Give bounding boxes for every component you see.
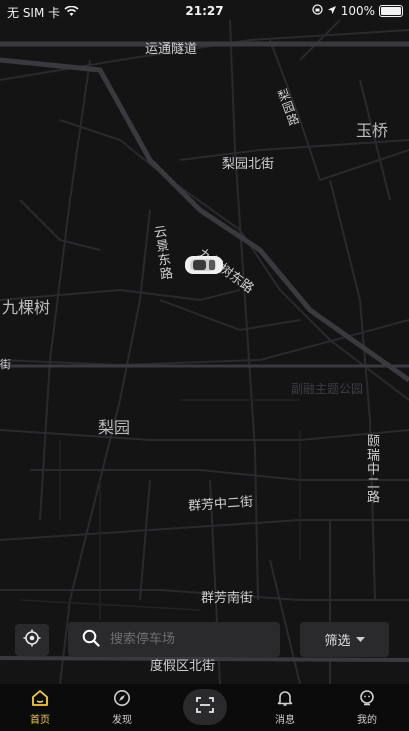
map-label-liyuan: 梨园	[98, 418, 131, 437]
filter-label: 筛选	[324, 634, 351, 649]
filter-button[interactable]: 筛选	[300, 622, 389, 657]
search-bar[interactable]	[68, 622, 280, 657]
battery-icon	[379, 5, 403, 17]
locate-button[interactable]	[15, 624, 49, 656]
nav-item-mine[interactable]: 我的	[337, 689, 397, 726]
home-icon	[31, 690, 49, 710]
location-arrow-icon	[327, 4, 337, 18]
locate-crosshair-icon	[23, 629, 41, 651]
map-label-jiukeshu: 九棵树	[2, 298, 51, 317]
nav-label-messages: 消息	[275, 715, 295, 726]
nav-label-mine: 我的	[357, 715, 377, 726]
map-roads	[0, 19, 409, 684]
map-label-dujiaqu-north-street: 度假区北街	[150, 659, 216, 674]
map-view[interactable]: 运通隧道 梨园路 玉桥 梨园北街 云景东路 九棵树东路 九棵树 街 副融主题公园…	[0, 0, 409, 684]
map-label-yuqiao: 玉桥	[356, 121, 389, 140]
caret-down-icon	[355, 632, 365, 647]
map-label-left-fragment: 街	[0, 358, 11, 371]
map-label-liyuan-north-street: 梨园北街	[222, 157, 275, 172]
status-bar: 无 SIM 卡 21:27 100%	[0, 0, 409, 22]
map-label-park: 副融主题公园	[291, 382, 364, 396]
nav-item-home[interactable]: 首页	[10, 689, 70, 726]
map-label-yuntong-tunnel: 运通隧道	[145, 42, 198, 57]
scan-icon	[196, 697, 214, 717]
nav-label-discover: 发现	[112, 715, 132, 726]
map-label-yirui-middle-2nd-road: 颐瑞中二路	[364, 434, 379, 504]
nav-label-home: 首页	[30, 715, 50, 726]
battery-percent: 100%	[340, 4, 375, 18]
nav-item-messages[interactable]: 消息	[255, 689, 315, 726]
orientation-lock-icon	[312, 4, 323, 18]
search-icon	[82, 629, 100, 651]
nav-item-discover[interactable]: 发现	[92, 689, 152, 726]
user-icon	[358, 690, 376, 710]
car-icon[interactable]	[184, 255, 224, 275]
compass-icon	[113, 690, 131, 710]
map-label-qunfang-south-street: 群芳南街	[201, 591, 254, 606]
bell-icon	[276, 691, 294, 710]
scan-button[interactable]	[183, 689, 227, 725]
search-input[interactable]	[108, 631, 262, 648]
status-right: 100%	[312, 4, 403, 18]
